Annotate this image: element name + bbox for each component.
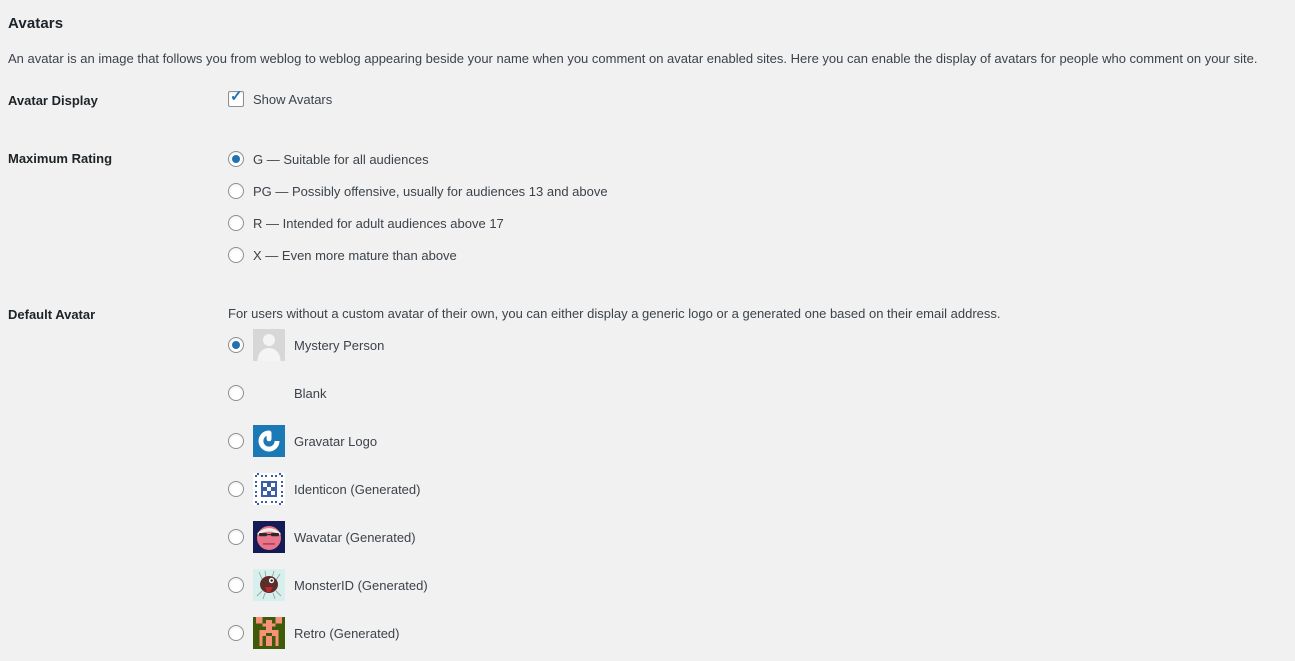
avatar-label-mystery: Mystery Person xyxy=(294,337,385,353)
show-avatars-label: Show Avatars xyxy=(253,91,333,107)
default-avatar-label: Default Avatar xyxy=(8,307,96,322)
rating-option-g[interactable]: G — Suitable for all audiences xyxy=(228,151,429,167)
avatar-option-monsterid[interactable]: MonsterID (Generated) xyxy=(228,569,428,601)
rating-radio-x[interactable] xyxy=(228,247,244,263)
mystery-person-avatar-icon xyxy=(253,329,285,361)
avatar-radio-blank[interactable] xyxy=(228,385,244,401)
rating-option-r[interactable]: R — Intended for adult audiences above 1… xyxy=(228,215,504,231)
avatar-label-monsterid: MonsterID (Generated) xyxy=(294,577,428,593)
avatar-label-gravatar: Gravatar Logo xyxy=(294,433,378,449)
avatar-option-mystery[interactable]: Mystery Person xyxy=(228,329,384,361)
avatar-label-retro: Retro (Generated) xyxy=(294,625,400,641)
rating-radio-r[interactable] xyxy=(228,215,244,231)
monsterid-avatar-icon xyxy=(253,569,285,601)
default-avatar-description: For users without a custom avatar of the… xyxy=(228,306,1001,321)
rating-label-x: X — Even more mature than above xyxy=(253,247,457,263)
retro-avatar-icon xyxy=(253,617,285,649)
gravatar-logo-avatar-icon xyxy=(253,425,285,457)
avatar-label-blank: Blank xyxy=(294,385,327,401)
page-description: An avatar is an image that follows you f… xyxy=(8,51,1258,66)
avatar-option-gravatar[interactable]: Gravatar Logo xyxy=(228,425,377,457)
avatar-option-identicon[interactable]: Identicon (Generated) xyxy=(228,473,420,505)
avatar-option-blank[interactable]: Blank xyxy=(228,377,327,409)
avatar-radio-mystery[interactable] xyxy=(228,337,244,353)
identicon-avatar-icon xyxy=(253,473,285,505)
avatar-radio-wavatar[interactable] xyxy=(228,529,244,545)
avatar-display-label: Avatar Display xyxy=(8,93,98,108)
blank-avatar-icon xyxy=(253,377,285,409)
rating-label-r: R — Intended for adult audiences above 1… xyxy=(253,215,504,231)
avatar-radio-gravatar[interactable] xyxy=(228,433,244,449)
show-avatars-checkbox-row[interactable]: ✓ Show Avatars xyxy=(228,88,333,107)
maximum-rating-label: Maximum Rating xyxy=(8,151,113,166)
avatar-radio-retro[interactable] xyxy=(228,625,244,641)
avatar-option-retro[interactable]: Retro (Generated) xyxy=(228,617,400,649)
avatar-option-wavatar[interactable]: Wavatar (Generated) xyxy=(228,521,416,553)
rating-radio-g[interactable] xyxy=(228,151,244,167)
page-title: Avatars xyxy=(8,15,64,33)
show-avatars-checkbox[interactable]: ✓ xyxy=(228,88,244,107)
rating-option-pg[interactable]: PG — Possibly offensive, usually for aud… xyxy=(228,183,608,199)
avatar-label-identicon: Identicon (Generated) xyxy=(294,481,421,497)
rating-option-x[interactable]: X — Even more mature than above xyxy=(228,247,457,263)
checkmark-icon: ✓ xyxy=(230,88,243,105)
wavatar-avatar-icon xyxy=(253,521,285,553)
rating-label-pg: PG — Possibly offensive, usually for aud… xyxy=(253,183,608,199)
avatar-label-wavatar: Wavatar (Generated) xyxy=(294,529,416,545)
rating-radio-pg[interactable] xyxy=(228,183,244,199)
rating-label-g: G — Suitable for all audiences xyxy=(253,151,429,167)
avatar-radio-identicon[interactable] xyxy=(228,481,244,497)
avatar-radio-monsterid[interactable] xyxy=(228,577,244,593)
avatars-settings-page: Avatars An avatar is an image that follo… xyxy=(0,0,1295,661)
